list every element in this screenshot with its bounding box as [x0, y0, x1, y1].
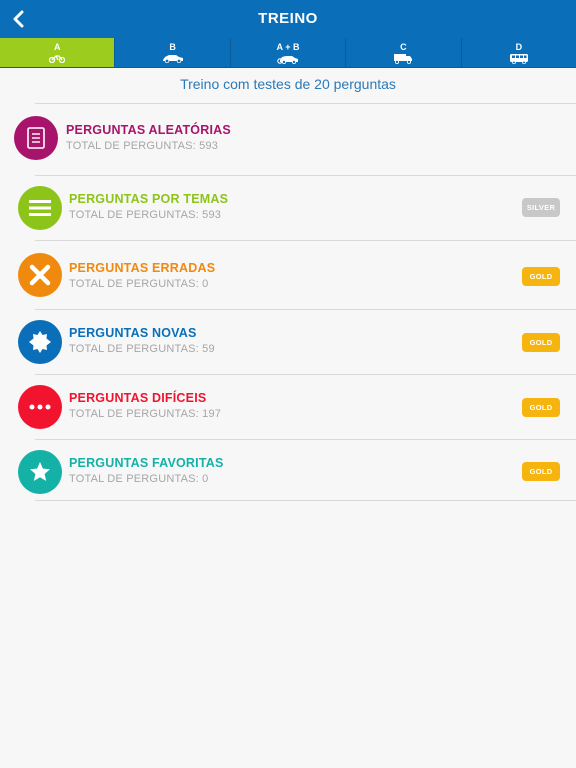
item-total: TOTAL DE PERGUNTAS: 593 [66, 140, 219, 152]
car-motorcycle-icon [277, 55, 299, 64]
gold-badge: GOLD [522, 398, 560, 417]
list-item-perguntas-dificeis[interactable]: PERGUNTAS DIFÍCEIS TOTAL DE PERGUNTAS: 1… [0, 375, 576, 439]
category-icon-circle [18, 253, 62, 297]
tab-b[interactable]: B [114, 38, 229, 67]
tab-a-label: A [53, 41, 61, 52]
list-icon [29, 200, 51, 216]
star-icon [30, 462, 50, 481]
item-title: PERGUNTAS FAVORITAS [69, 456, 224, 470]
list-item-perguntas-novas[interactable]: PERGUNTAS NOVAS TOTAL DE PERGUNTAS: 59 G… [0, 310, 576, 374]
page-title: TREINO [258, 10, 318, 27]
item-title: PERGUNTAS DIFÍCEIS [69, 391, 207, 405]
item-title: PERGUNTAS NOVAS [69, 326, 197, 340]
bus-icon [509, 53, 528, 64]
truck-icon [394, 53, 413, 64]
item-title: PERGUNTAS POR TEMAS [69, 192, 229, 206]
list-item-perguntas-por-temas[interactable]: PERGUNTAS POR TEMAS TOTAL DE PERGUNTAS: … [0, 176, 576, 240]
item-total: TOTAL DE PERGUNTAS: 593 [69, 209, 222, 221]
gold-badge: GOLD [522, 267, 560, 286]
category-icon-circle [18, 385, 62, 429]
more-dots-icon [29, 404, 51, 410]
item-total: TOTAL DE PERGUNTAS: 59 [69, 343, 215, 355]
category-icon-circle [18, 320, 62, 364]
category-tabs: A B A + B C D [0, 38, 576, 68]
tab-c[interactable]: C [345, 38, 460, 67]
list-item-perguntas-aleatorias[interactable]: PERGUNTAS ALEATÓRIAS TOTAL DE PERGUNTAS:… [0, 106, 576, 170]
tab-a[interactable]: A [0, 38, 115, 67]
divider [35, 500, 576, 501]
car-icon [162, 55, 183, 63]
item-title: PERGUNTAS ERRADAS [69, 261, 216, 275]
item-title: PERGUNTAS ALEATÓRIAS [66, 123, 231, 137]
category-icon-circle [14, 116, 58, 160]
motorcycle-icon [49, 55, 66, 63]
silver-badge: SILVER [522, 198, 560, 217]
top-bar: TREINO [0, 0, 576, 38]
tab-d[interactable]: D [460, 38, 576, 67]
item-total: TOTAL DE PERGUNTAS: 197 [69, 408, 222, 420]
item-total: TOTAL DE PERGUNTAS: 0 [69, 278, 209, 290]
category-icon-circle [18, 450, 62, 494]
tab-c-label: C [400, 41, 407, 52]
section-subtitle: Treino com testes de 20 perguntas [180, 76, 396, 92]
badge-star-icon [29, 331, 51, 353]
category-icon-circle [18, 186, 62, 230]
tab-a-b[interactable]: A + B [229, 38, 345, 67]
gold-badge: GOLD [522, 462, 560, 481]
tab-b-label: B [169, 41, 176, 52]
list-item-perguntas-erradas[interactable]: PERGUNTAS ERRADAS TOTAL DE PERGUNTAS: 0 … [0, 241, 576, 305]
item-total: TOTAL DE PERGUNTAS: 0 [69, 473, 209, 485]
cross-icon [29, 264, 51, 286]
list-item-perguntas-favoritas[interactable]: PERGUNTAS FAVORITAS TOTAL DE PERGUNTAS: … [0, 440, 576, 504]
gold-badge: GOLD [522, 333, 560, 352]
tab-d-label: D [515, 41, 523, 52]
tab-a-b-label: A + B [276, 41, 300, 52]
document-icon [27, 127, 45, 149]
divider [35, 103, 576, 104]
